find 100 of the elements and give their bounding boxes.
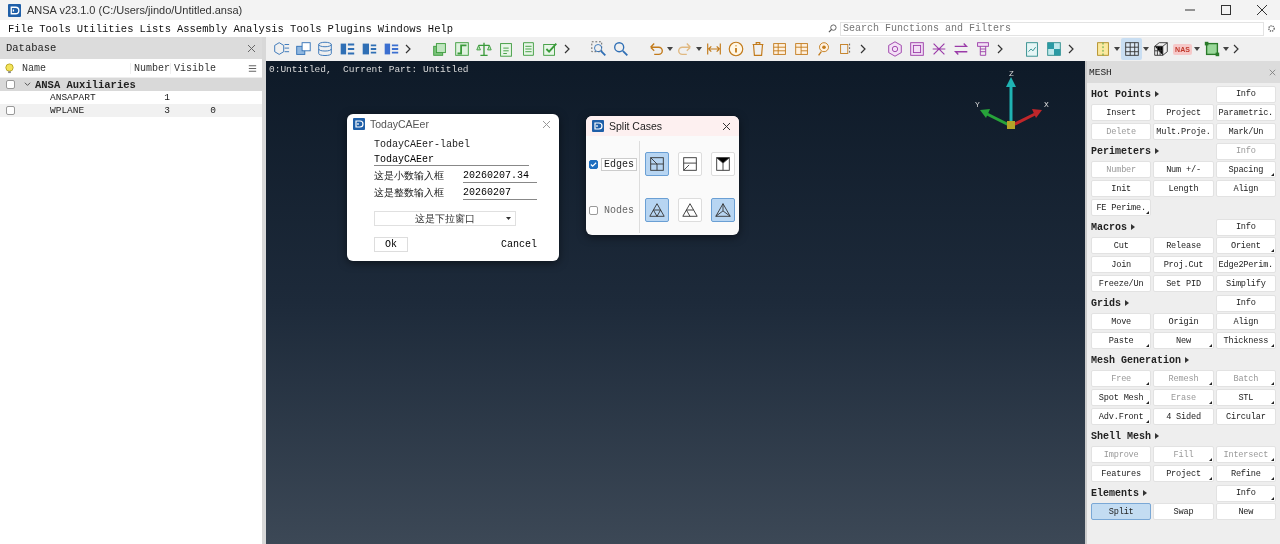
mesh-tool-button[interactable]: Init [1091,180,1152,197]
grid-icon[interactable] [1122,40,1141,58]
tree-row[interactable]: WPLANE 3 0 [0,104,262,117]
mesh-tool-button[interactable]: FE Perime. [1091,199,1152,216]
mesh-tool-button[interactable]: 4 Sided [1153,408,1214,425]
caret-icon[interactable] [696,47,702,51]
maximize-icon[interactable] [1221,5,1231,15]
mesh-tool-button[interactable]: New [1215,503,1276,520]
close-icon[interactable] [722,121,731,131]
text-field[interactable]: TodayCAEer [374,153,529,166]
chevron-icon[interactable] [997,44,1004,54]
cube-list-icon[interactable] [271,40,290,58]
mesh-tool-button[interactable]: Project [1153,104,1214,121]
column-header[interactable]: Visible [170,62,216,74]
scale-icon[interactable] [474,40,493,58]
mesh-tool-button[interactable]: Insert [1091,104,1152,121]
triangle-icon[interactable] [1155,91,1159,97]
mesh-tool-button[interactable]: Origin [1153,313,1214,330]
mesh-tool-button[interactable]: New [1153,332,1214,349]
menu-item[interactable]: Analysis Tools [233,22,322,35]
ok-button[interactable]: Ok [374,237,408,252]
caret-icon[interactable] [667,47,673,51]
table-icon[interactable] [792,40,811,58]
mesh-tool-button[interactable]: Proj.Cut [1153,256,1214,273]
split-case-button[interactable] [644,152,669,176]
mesh-tool-button[interactable]: Align [1215,180,1276,197]
mesh-tool-button[interactable]: Swap [1153,503,1214,520]
stack-icon[interactable] [430,40,449,58]
chevron-icon[interactable] [405,44,412,54]
search-field[interactable]: Search Functions and Filters [840,21,1264,36]
triangle-icon[interactable] [1155,433,1159,439]
row-checkbox[interactable] [6,80,15,89]
hexagon-icon[interactable] [885,40,904,58]
mesh-tool-button[interactable]: Thickness [1215,332,1276,349]
mesh-tool-button[interactable]: Parametric. [1215,104,1276,121]
checkbox[interactable] [589,205,598,215]
section-title[interactable]: Elements [1091,487,1139,499]
mesh-tool-button[interactable]: Info [1215,85,1276,103]
chevron-icon[interactable] [564,44,571,54]
triangle-icon[interactable] [1143,490,1147,496]
triangle-icon[interactable] [1185,357,1189,363]
info-icon[interactable] [726,40,745,58]
section-title[interactable]: Shell Mesh [1091,430,1151,442]
expand-icon[interactable] [24,81,31,88]
dropdown[interactable]: 这是下拉窗口 [374,211,516,226]
mesh-tool-button[interactable]: Edge2Perim. [1215,256,1276,273]
number-field[interactable]: 20260207.34 [463,169,537,183]
close-icon[interactable] [1257,5,1267,15]
mesh-tool-button[interactable]: Mark/Un [1215,123,1276,140]
caret-icon[interactable] [1114,47,1120,51]
search-icon[interactable] [611,40,630,58]
wire-cube-icon[interactable] [1151,40,1170,58]
zoom-box-icon[interactable] [589,40,608,58]
menu-item[interactable]: Tools [39,22,71,35]
square-icon[interactable] [1202,40,1221,58]
chevron-icon[interactable] [1233,44,1240,54]
mesh-tool-button[interactable]: Spot Mesh [1091,389,1152,406]
mesh-tool-button[interactable]: Move [1091,313,1152,330]
section-title[interactable]: Hot Points [1091,88,1151,100]
column-header[interactable]: Number [130,62,170,74]
checkbox[interactable] [589,159,598,169]
mesh-tool-button[interactable]: Orient [1215,237,1276,254]
database-icon[interactable] [315,40,334,58]
mesh-tool-button[interactable]: Release [1153,237,1214,254]
curve-icon[interactable] [452,40,471,58]
mesh-tool-button[interactable]: Info [1215,294,1276,312]
mesh-tool-button[interactable]: Align [1215,313,1276,330]
column-header[interactable]: Name [22,62,130,74]
mesh-tool-button[interactable]: Features [1091,465,1152,482]
caret-icon[interactable] [1223,47,1229,51]
menu-item[interactable]: File [8,22,34,35]
bulb-icon[interactable] [4,62,15,74]
triangle-icon[interactable] [1131,224,1135,230]
frame-icon[interactable] [907,40,926,58]
menu-item[interactable]: Plugins [327,22,372,35]
mesh-tool-button[interactable]: Freeze/Un [1091,275,1152,292]
mesh-tool-button[interactable]: Length [1153,180,1214,197]
menu-item[interactable]: Assembly [176,22,228,35]
caret-icon[interactable] [1143,47,1149,51]
squares-icon[interactable] [293,40,312,58]
mesh-tool-button[interactable]: Refine [1215,465,1276,482]
mesh-tool-button[interactable]: STL [1215,389,1276,406]
menu-item[interactable]: Lists [139,22,171,35]
tree-row[interactable]: ANSAPART 1 [0,91,262,104]
mesh-tool-button[interactable]: Set PID [1153,275,1214,292]
split-case-button[interactable] [710,198,735,222]
mesh-tool-button[interactable]: Mult.Proje. [1153,123,1214,140]
menu-item[interactable]: Windows [377,22,422,35]
menu-item[interactable]: Utilities [76,22,134,35]
caret-icon[interactable] [1194,47,1200,51]
mesh-tool-button[interactable]: Split [1091,503,1152,520]
mesh-tool-button[interactable]: Join [1091,256,1152,273]
mesh-tool-button[interactable]: Info [1215,218,1276,236]
caret-icon[interactable] [506,217,511,220]
section-title[interactable]: Perimeters [1091,145,1151,157]
mesh-tool-button[interactable]: Simplify [1215,275,1276,292]
mesh-tool-button[interactable]: Circular [1215,408,1276,425]
checkbox-icon[interactable] [540,40,559,58]
table-icon[interactable] [770,40,789,58]
split-case-button[interactable] [644,198,669,222]
